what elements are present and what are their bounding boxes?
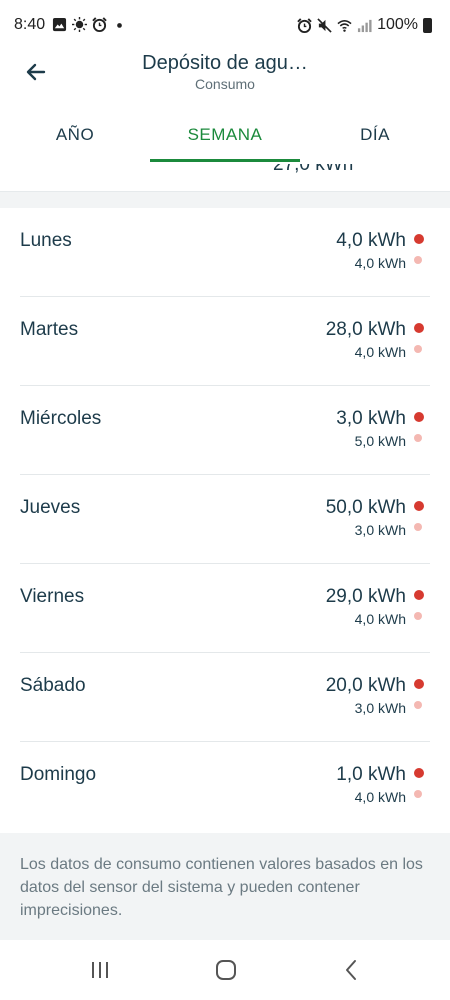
home-button[interactable] [211, 956, 241, 984]
tab-day[interactable]: DÍA [300, 110, 450, 164]
disclaimer-note: Los datos de consumo contienen valores b… [0, 833, 450, 940]
comparison-value: 5,0 kWh [354, 433, 406, 449]
series-dot-main [414, 768, 424, 778]
consumption-value: 29,0 kWh [325, 586, 406, 607]
status-left-icons [52, 17, 127, 32]
back-nav-button[interactable] [337, 956, 367, 984]
list-item[interactable]: Viernes 29,0 kWh 4,0 kWh [20, 564, 430, 653]
consumption-value: 28,0 kWh [325, 319, 406, 340]
consumption-value: 3,0 kWh [336, 408, 406, 429]
series-dot-sub [414, 523, 422, 531]
list-item[interactable]: Jueves 50,0 kWh 3,0 kWh [20, 475, 430, 564]
comparison-value: 4,0 kWh [354, 255, 406, 271]
series-dot-sub [414, 612, 422, 620]
comparison-value: 4,0 kWh [354, 344, 406, 360]
series-dot-main [414, 590, 424, 600]
series-dot-main [414, 679, 424, 689]
dot-icon [117, 23, 122, 28]
list-item[interactable]: Martes 28,0 kWh 4,0 kWh [20, 297, 430, 386]
day-name: Miércoles [20, 408, 102, 429]
battery-icon [423, 17, 432, 33]
day-name: Jueves [20, 497, 81, 518]
series-dot-main [414, 234, 424, 244]
consumption-value: 50,0 kWh [325, 497, 406, 518]
summary-total-value: 27,0 kWh [273, 164, 354, 175]
day-list: Lunes 4,0 kWh 4,0 kWh Martes 28,0 kWh 4,… [0, 208, 450, 831]
status-time: 8:40 [14, 16, 46, 33]
day-name: Lunes [20, 230, 72, 251]
alarm-icon [92, 17, 107, 32]
day-name: Sábado [20, 675, 86, 696]
tab-year[interactable]: AÑO [0, 110, 150, 164]
home-icon [216, 960, 236, 980]
day-name: Domingo [20, 764, 97, 785]
series-dot-main [414, 323, 424, 333]
comparison-value: 3,0 kWh [354, 522, 406, 538]
battery-percentage: 100% [377, 16, 418, 33]
comparison-value: 4,0 kWh [354, 789, 406, 805]
series-dot-sub [414, 256, 422, 264]
list-item[interactable]: Miércoles 3,0 kWh 5,0 kWh [20, 386, 430, 475]
list-item[interactable]: Sábado 20,0 kWh 3,0 kWh [20, 653, 430, 742]
section-divider [0, 192, 450, 208]
alarm-icon [297, 17, 312, 33]
page-title: Depósito de agu… [142, 52, 308, 74]
recents-button[interactable] [85, 956, 115, 984]
series-dot-sub [414, 434, 422, 442]
consumption-value: 4,0 kWh [336, 230, 406, 251]
image-icon [52, 17, 67, 32]
mute-icon [317, 17, 332, 33]
system-nav-bar [0, 940, 450, 1000]
series-dot-sub [414, 345, 422, 353]
summary-total: 27,0 kWh [0, 164, 450, 192]
period-tabs: AÑO SEMANA DÍA [0, 110, 450, 164]
day-name: Martes [20, 319, 79, 340]
page-subtitle: Consumo [195, 76, 255, 92]
day-name: Viernes [20, 586, 85, 607]
consumption-value: 20,0 kWh [325, 675, 406, 696]
list-item[interactable]: Lunes 4,0 kWh 4,0 kWh [20, 208, 430, 297]
back-nav-icon [346, 960, 356, 980]
tab-week[interactable]: SEMANA [150, 110, 300, 164]
series-dot-main [414, 501, 424, 511]
wifi-icon [337, 19, 352, 32]
comparison-value: 3,0 kWh [354, 700, 406, 716]
series-dot-main [414, 412, 424, 422]
status-right-icons: 100% [297, 16, 432, 34]
list-item[interactable]: Domingo 1,0 kWh 4,0 kWh [20, 742, 430, 831]
comparison-value: 4,0 kWh [354, 611, 406, 627]
recents-icon [92, 962, 108, 978]
app-bar: Depósito de agu… Consumo [0, 40, 450, 104]
series-dot-sub [414, 701, 422, 709]
consumption-value: 1,0 kWh [336, 764, 406, 785]
series-dot-sub [414, 790, 422, 798]
signal-icon [358, 19, 372, 32]
brightness-icon [72, 17, 87, 32]
